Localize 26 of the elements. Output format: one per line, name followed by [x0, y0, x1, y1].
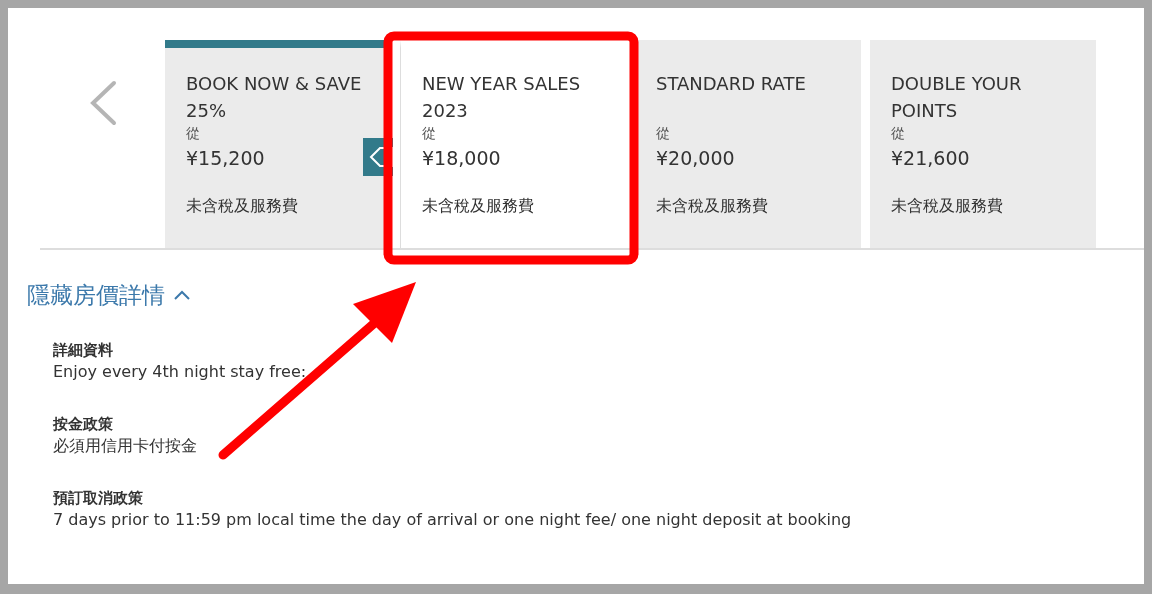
rate-title: STANDARD RATE	[656, 73, 806, 94]
detail-text: 7 days prior to 11:59 pm local time the day of arrival or one night fee/ one night deposit at booking	[53, 509, 852, 529]
from-label: 從	[186, 125, 200, 141]
from-label: 從	[891, 125, 905, 141]
detail-text: 必須用信用卡付按金	[53, 435, 197, 455]
tax-note: 未含稅及服務費	[891, 196, 1003, 215]
rate-card[interactable]: DOUBLE YOUR POINTS 從 ¥21,600 未含稅及服務費	[870, 40, 1096, 248]
tax-note: 未含稅及服務費	[422, 196, 534, 215]
detail-label: 預訂取消政策	[53, 488, 143, 507]
from-label: 從	[656, 125, 670, 141]
rate-title: NEW YEAR SALES 2023	[422, 73, 581, 121]
hide-rate-details-link[interactable]: 隱藏房價詳情	[27, 278, 165, 313]
detail-label: 詳細資料	[53, 340, 113, 359]
detail-label: 按金政策	[53, 414, 113, 433]
rate-title: BOOK NOW & SAVE 25%	[186, 73, 362, 121]
rate-title: DOUBLE YOUR POINTS	[891, 73, 1022, 121]
rate-price: ¥18,000	[422, 147, 501, 169]
from-label: 從	[422, 125, 436, 141]
rate-card[interactable]: STANDARD RATE 從 ¥20,000 未含稅及服務費	[635, 40, 861, 248]
detail-text: Enjoy every 4th night stay free:	[53, 361, 307, 381]
rate-price: ¥15,200	[186, 147, 265, 169]
rate-price: ¥20,000	[656, 147, 735, 169]
tax-note: 未含稅及服務費	[656, 196, 768, 215]
rate-price: ¥21,600	[891, 147, 970, 169]
tax-note: 未含稅及服務費	[186, 196, 298, 215]
chevron-up-icon[interactable]	[173, 289, 191, 302]
